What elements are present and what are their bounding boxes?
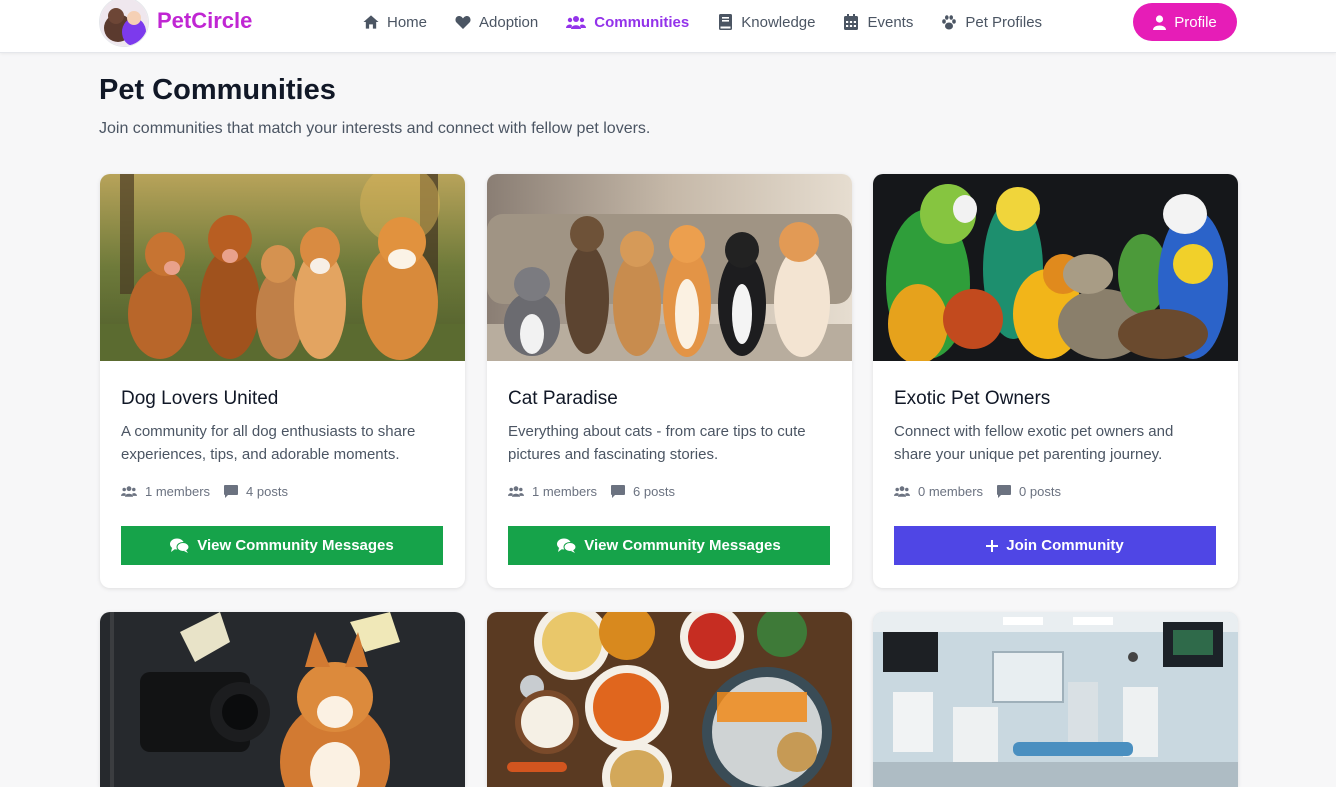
- community-card: [873, 612, 1238, 787]
- logo-image[interactable]: [99, 0, 149, 47]
- posts-count: 0 posts: [997, 484, 1061, 499]
- posts-label: 6 posts: [633, 484, 675, 499]
- community-stats: 1 members 6 posts: [508, 484, 689, 499]
- nav-link-label: Communities: [594, 13, 690, 31]
- nav-link-label: Pet Profiles: [965, 13, 1043, 31]
- members-count: 1 members: [121, 484, 210, 499]
- page-title: Pet Communities: [99, 74, 336, 106]
- view-community-messages-button[interactable]: View Community Messages: [121, 526, 443, 565]
- nav-link-label: Adoption: [479, 13, 539, 31]
- nav-link-knowledge[interactable]: Knowledge: [717, 14, 815, 31]
- nav-link-pet-profiles[interactable]: Pet Profiles: [941, 14, 1042, 31]
- users-icon: [508, 485, 524, 498]
- community-title: Dog Lovers United: [121, 388, 279, 409]
- community-image-exotic-pets: [873, 174, 1238, 361]
- community-card: [487, 612, 852, 787]
- button-label: View Community Messages: [197, 537, 394, 554]
- page-subtitle: Join communities that match your interes…: [99, 120, 651, 137]
- community-description: Connect with fellow exotic pet owners an…: [894, 423, 1174, 463]
- community-title: Cat Paradise: [508, 388, 618, 409]
- community-description: Everything about cats - from care tips t…: [508, 423, 806, 463]
- button-label: Join Community: [1006, 537, 1124, 554]
- users-icon: [894, 485, 910, 498]
- comments-icon: [557, 538, 577, 553]
- nav-link-events[interactable]: Events: [843, 14, 913, 31]
- user-icon: [1153, 14, 1167, 30]
- posts-count: 6 posts: [611, 484, 675, 499]
- posts-label: 4 posts: [246, 484, 288, 499]
- nav-link-adoption[interactable]: Adoption: [455, 14, 538, 31]
- members-count: 1 members: [508, 484, 597, 499]
- community-title: Exotic Pet Owners: [894, 388, 1051, 409]
- profile-button-label: Profile: [1174, 13, 1217, 31]
- button-label: View Community Messages: [584, 537, 781, 554]
- nav-link-communities[interactable]: Communities: [566, 14, 689, 31]
- profile-button[interactable]: Profile: [1133, 3, 1237, 41]
- community-description: A community for all dog enthusiasts to s…: [121, 423, 416, 463]
- community-card: Exotic Pet Owners Connect with fellow ex…: [873, 174, 1238, 588]
- nav-link-label: Knowledge: [741, 13, 816, 31]
- comment-icon: [611, 485, 626, 498]
- view-community-messages-button[interactable]: View Community Messages: [508, 526, 830, 565]
- members-label: 0 members: [918, 484, 984, 499]
- brand-name[interactable]: PetCircle: [157, 8, 252, 34]
- calendar-icon: [843, 14, 859, 30]
- community-image-cats: [487, 174, 852, 361]
- members-label: 1 members: [145, 484, 211, 499]
- community-card: Dog Lovers United A community for all do…: [100, 174, 465, 588]
- posts-count: 4 posts: [224, 484, 288, 499]
- comment-icon: [997, 485, 1012, 498]
- users-icon: [566, 14, 587, 30]
- heart-icon: [455, 14, 471, 30]
- top-navbar: PetCircle Home Adoption Communities Know…: [0, 0, 1336, 53]
- home-icon: [363, 14, 379, 30]
- members-count: 0 members: [894, 484, 983, 499]
- community-image-dogs: [100, 174, 465, 361]
- posts-label: 0 posts: [1019, 484, 1061, 499]
- join-community-button[interactable]: Join Community: [894, 526, 1216, 565]
- nav-link-home[interactable]: Home: [363, 14, 427, 31]
- community-stats: 1 members 4 posts: [121, 484, 302, 499]
- members-label: 1 members: [532, 484, 598, 499]
- book-icon: [717, 14, 733, 30]
- nav-link-label: Events: [867, 13, 914, 31]
- community-image-pet-photography: [100, 612, 465, 787]
- paw-icon: [941, 14, 957, 30]
- community-image-veterinary-clinic: [873, 612, 1238, 787]
- nav-link-label: Home: [387, 13, 428, 31]
- users-icon: [121, 485, 137, 498]
- community-card: [100, 612, 465, 787]
- comments-icon: [170, 538, 190, 553]
- community-stats: 0 members 0 posts: [894, 484, 1075, 499]
- main-nav: Home Adoption Communities Knowledge Even…: [363, 0, 1070, 44]
- community-card: Cat Paradise Everything about cats - fro…: [487, 174, 852, 588]
- comment-icon: [224, 485, 239, 498]
- plus-icon: [986, 539, 999, 552]
- community-image-pet-nutrition: [487, 612, 852, 787]
